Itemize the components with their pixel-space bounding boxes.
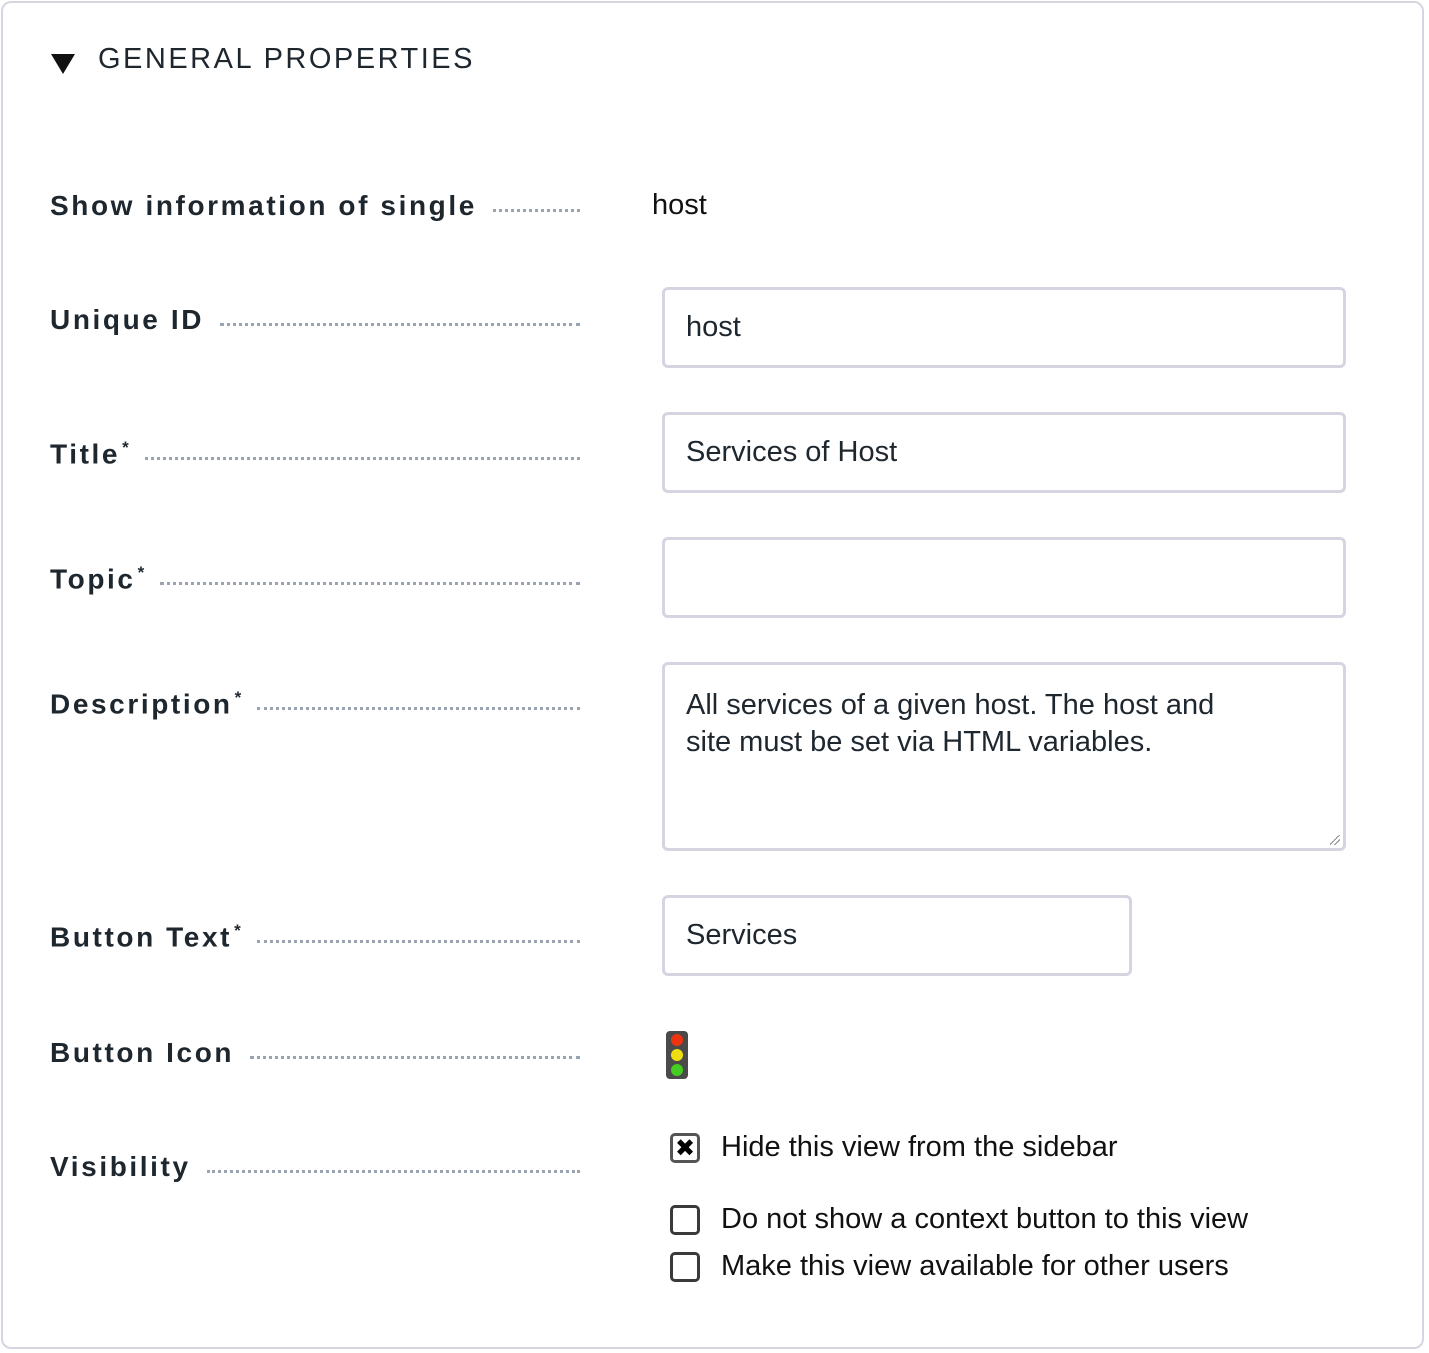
dotted-leader — [144, 457, 580, 461]
traffic-light-icon[interactable] — [666, 1031, 688, 1079]
dotted-leader — [256, 940, 580, 944]
dotted-leader — [220, 323, 580, 326]
checkbox-no-context-button[interactable] — [670, 1204, 700, 1235]
label-text: Topic * — [50, 563, 145, 595]
checkmark-x-icon: ✖ — [674, 1133, 696, 1162]
required-marker: * — [234, 688, 242, 707]
label-button-icon: Button Icon — [50, 1037, 580, 1069]
label-text: Unique ID — [50, 304, 205, 335]
label-unique-id: Unique ID — [50, 304, 580, 336]
resize-handle-icon[interactable] — [1330, 835, 1340, 845]
dotted-leader — [250, 1056, 580, 1059]
label-text: Button Icon — [50, 1037, 235, 1068]
checkbox-label: Make this view available for other users — [721, 1250, 1229, 1282]
description-value: All services of a given host. The host a… — [686, 689, 1215, 758]
checkbox-hide-sidebar[interactable]: ✖ — [670, 1132, 700, 1163]
general-properties-panel: GENERAL PROPERTIES Show information of s… — [1, 1, 1424, 1349]
label-visibility: Visibility — [50, 1151, 580, 1183]
triangle-down-icon[interactable] — [51, 53, 75, 74]
required-marker: * — [122, 438, 129, 457]
required-marker: * — [137, 563, 145, 582]
label-title: Title * — [50, 438, 580, 470]
visibility-option-share[interactable]: Make this view available for other users — [670, 1250, 1229, 1283]
topic-input[interactable] — [662, 537, 1346, 618]
red-light — [671, 1034, 683, 1046]
section-header[interactable]: GENERAL PROPERTIES — [51, 43, 475, 76]
checkbox-share-with-users[interactable] — [670, 1251, 700, 1282]
unique-id-input[interactable]: host — [662, 287, 1346, 368]
title-value: Services of Host — [686, 436, 898, 468]
single-info-value: host — [652, 189, 707, 221]
unique-id-value: host — [686, 311, 741, 343]
section-title: GENERAL PROPERTIES — [98, 43, 475, 75]
label-button-text: Button Text * — [50, 921, 580, 953]
dotted-leader — [206, 1170, 580, 1173]
label-show-information: Show information of single — [50, 190, 580, 222]
visibility-option-hide-sidebar[interactable]: ✖ Hide this view from the sidebar — [670, 1131, 1118, 1164]
label-description: Description * — [50, 688, 580, 720]
button-text-input[interactable]: Services — [662, 895, 1132, 976]
label-text: Title * — [50, 438, 129, 470]
label-topic: Topic * — [50, 563, 580, 595]
label-text: Visibility — [50, 1151, 191, 1182]
dotted-leader — [160, 582, 580, 586]
title-input[interactable]: Services of Host — [662, 412, 1346, 493]
label-text: Show information of single — [50, 190, 477, 221]
checkbox-label: Hide this view from the sidebar — [721, 1131, 1118, 1163]
label-text: Description * — [50, 688, 242, 720]
yellow-light — [671, 1049, 683, 1061]
button-text-value: Services — [686, 919, 798, 951]
visibility-option-no-context-button[interactable]: Do not show a context button to this vie… — [670, 1203, 1248, 1236]
label-text: Button Text * — [50, 921, 241, 953]
dotted-leader — [257, 707, 580, 711]
checkbox-label: Do not show a context button to this vie… — [721, 1203, 1249, 1235]
green-light — [671, 1064, 683, 1076]
description-textarea[interactable]: All services of a given host. The host a… — [662, 662, 1346, 851]
required-marker: * — [234, 921, 241, 940]
dotted-leader — [492, 209, 580, 212]
